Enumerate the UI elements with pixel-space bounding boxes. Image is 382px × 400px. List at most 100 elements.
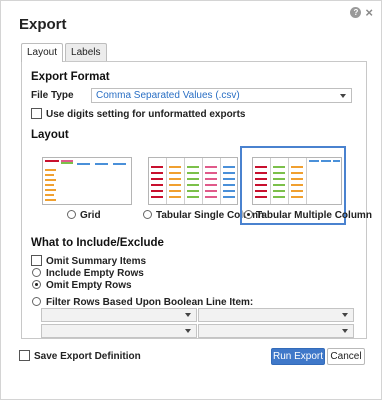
grid-thumbnail [42, 157, 132, 205]
tabular-multiple-thumbnail [252, 157, 342, 205]
include-empty-rows-radio[interactable] [32, 268, 41, 277]
thumb-bar [255, 178, 267, 180]
thumb-bar [205, 178, 217, 180]
chevron-down-icon [342, 313, 348, 317]
thumb-bar [45, 199, 56, 201]
thumb-bar [255, 190, 267, 192]
omit-summary-checkbox[interactable] [31, 255, 42, 266]
thumb-bar [169, 166, 181, 168]
thumb-bar [95, 163, 108, 165]
cancel-button[interactable]: Cancel [327, 348, 365, 365]
layout-grid-label: Grid [80, 210, 101, 221]
layout-tabular-multiple-radio[interactable] [244, 210, 253, 219]
thumb-bar [151, 166, 163, 168]
digits-checkbox-label: Use digits setting for unformatted expor… [46, 109, 246, 120]
filter-select-2[interactable] [198, 308, 354, 322]
thumb-bar [205, 166, 217, 168]
layout-card-tabular-single[interactable]: Tabular Single Column [143, 146, 264, 225]
thumb-divider [166, 158, 167, 204]
thumb-bar [333, 160, 340, 162]
thumb-divider [184, 158, 185, 204]
chevron-down-icon [340, 94, 346, 98]
thumb-bar [187, 178, 199, 180]
chevron-down-icon [185, 329, 191, 333]
filter-rows-radio[interactable] [32, 297, 41, 306]
thumb-bar [321, 160, 331, 162]
filter-select-4[interactable] [198, 324, 354, 338]
thumb-bar [291, 184, 303, 186]
thumb-bar [273, 190, 285, 192]
thumb-bar [187, 184, 199, 186]
thumb-bar [291, 190, 303, 192]
thumb-divider [288, 158, 289, 204]
thumb-bar [291, 178, 303, 180]
thumb-bar [45, 174, 54, 176]
layout-panel: Export Format File Type Comma Separated … [21, 61, 372, 339]
thumb-bar [169, 196, 181, 198]
thumb-bar [45, 179, 56, 181]
thumb-bar [187, 166, 199, 168]
include-empty-rows-label: Include Empty Rows [46, 268, 144, 279]
thumb-bar [169, 172, 181, 174]
thumb-bar [255, 184, 267, 186]
layout-card-tabular-multiple[interactable]: Tabular Multiple Column [240, 146, 372, 225]
thumb-bar [169, 190, 181, 192]
run-export-button[interactable]: Run Export [271, 348, 325, 365]
thumb-bar [223, 196, 235, 198]
thumb-bar [291, 166, 303, 168]
thumb-bar [45, 169, 56, 171]
export-dialog: Export ? × Layout Labels Export Format F… [0, 0, 382, 400]
file-type-select[interactable]: Comma Separated Values (.csv) [91, 88, 352, 103]
thumb-divider [270, 158, 271, 204]
thumb-bar [187, 172, 199, 174]
layout-heading: Layout [31, 129, 69, 141]
filter-select-3[interactable] [41, 324, 197, 338]
save-export-definition-checkbox[interactable] [19, 350, 30, 361]
file-type-value: Comma Separated Values (.csv) [96, 90, 240, 101]
filter-select-1[interactable] [41, 308, 197, 322]
file-type-label: File Type [31, 90, 74, 101]
thumb-bar [169, 184, 181, 186]
thumb-bar [291, 196, 303, 198]
chevron-down-icon [342, 329, 348, 333]
thumb-bar [223, 190, 235, 192]
chevron-down-icon [185, 313, 191, 317]
digits-checkbox[interactable] [31, 108, 42, 119]
tab-labels[interactable]: Labels [65, 43, 107, 61]
omit-empty-rows-radio[interactable] [32, 280, 41, 289]
layout-grid-radio[interactable] [67, 210, 76, 219]
close-icon[interactable]: × [365, 6, 373, 19]
thumb-bar [77, 163, 90, 165]
window-controls: ? × [350, 6, 373, 19]
thumb-bar [187, 190, 199, 192]
thumb-bar [291, 172, 303, 174]
thumb-bar [273, 196, 285, 198]
thumb-bar [61, 162, 73, 164]
layout-card-grid[interactable]: Grid [37, 146, 139, 225]
filter-rows-label: Filter Rows Based Upon Boolean Line Item… [46, 297, 254, 308]
layout-tabular-multiple-label: Tabular Multiple Column [256, 210, 372, 221]
save-export-definition-label: Save Export Definition [34, 351, 141, 362]
omit-empty-rows-label: Omit Empty Rows [46, 280, 132, 291]
thumb-divider [220, 158, 221, 204]
thumb-bar [151, 184, 163, 186]
thumb-bar [151, 196, 163, 198]
thumb-bar [223, 178, 235, 180]
include-exclude-heading: What to Include/Exclude [31, 237, 164, 249]
export-format-heading: Export Format [31, 71, 110, 83]
tab-layout[interactable]: Layout [21, 43, 64, 62]
thumb-bar [255, 196, 267, 198]
layout-tabular-single-radio[interactable] [143, 210, 152, 219]
omit-summary-label: Omit Summary Items [46, 256, 147, 267]
thumb-bar [255, 166, 267, 168]
thumb-bar [151, 178, 163, 180]
thumb-bar [151, 190, 163, 192]
thumb-bar [255, 172, 267, 174]
tabular-single-thumbnail [148, 157, 238, 205]
thumb-bar [205, 196, 217, 198]
thumb-bar [273, 184, 285, 186]
help-icon[interactable]: ? [350, 7, 362, 18]
thumb-bar [169, 178, 181, 180]
thumb-bar [187, 196, 199, 198]
thumb-bar [309, 160, 319, 162]
